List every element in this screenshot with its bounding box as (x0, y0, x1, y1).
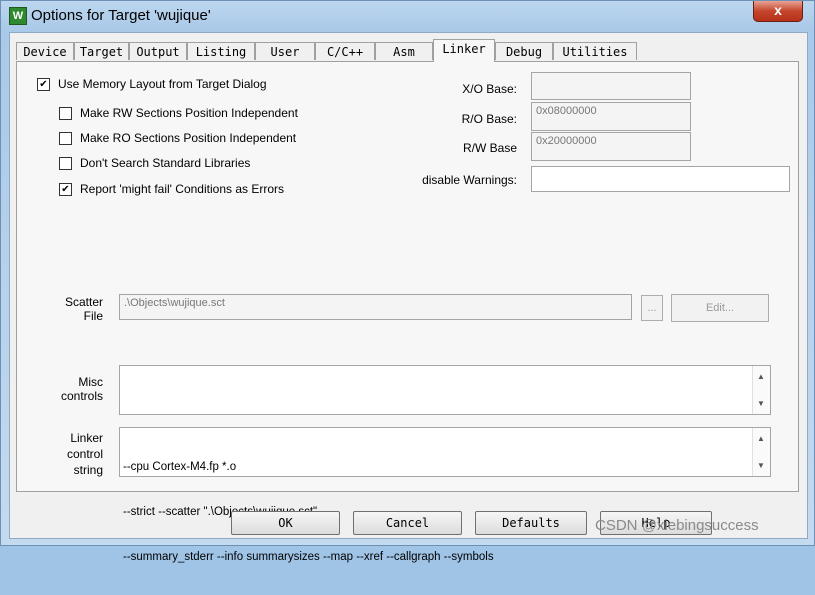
checkbox-label: Make RW Sections Position Independent (80, 106, 298, 120)
defaults-button[interactable]: Defaults (475, 511, 587, 535)
rw-base-field[interactable]: 0x20000000 (531, 132, 691, 161)
misc-scrollbar[interactable]: ▲ ▼ (752, 366, 770, 414)
checkbox-box (59, 131, 72, 145)
linker-label-line1: Linker (70, 431, 103, 445)
checkbox-label: Make RO Sections Position Independent (80, 131, 297, 145)
misc-label-line2: controls (60, 389, 103, 403)
tab-output[interactable]: Output (129, 42, 187, 60)
options-dialog: W Options for Target 'wujique' x Device … (0, 0, 815, 563)
misc-label-line1: Misc (78, 375, 103, 389)
report-might-fail-checkbox[interactable]: ✔ Report 'might fail' Conditions as Erro… (59, 182, 284, 196)
ok-button[interactable]: OK (231, 511, 340, 535)
checkbox-check-icon: ✔ (59, 182, 72, 196)
tab-asm[interactable]: Asm (375, 42, 433, 60)
scatter-label-line2: File (83, 309, 103, 323)
scatter-label-line1: Scatter (64, 295, 103, 309)
scatter-file-field[interactable]: .\Objects\wujique.sct (119, 294, 632, 320)
linker-control-line1: --cpu Cortex-M4.fp *.o (123, 461, 237, 473)
xo-base-field[interactable] (531, 72, 691, 100)
tab-listing[interactable]: Listing (187, 42, 255, 60)
rw-independent-checkbox[interactable]: Make RW Sections Position Independent (59, 106, 298, 120)
tab-c-cpp[interactable]: C/C++ (315, 42, 375, 60)
keil-app-icon: W (9, 7, 27, 25)
tab-debug[interactable]: Debug (495, 42, 553, 60)
tab-utilities[interactable]: Utilities (553, 42, 637, 60)
tab-linker[interactable]: Linker (433, 39, 495, 62)
scroll-down-icon[interactable]: ▼ (757, 461, 765, 470)
checkbox-label: Report 'might fail' Conditions as Errors (80, 182, 284, 196)
ro-base-field[interactable]: 0x08000000 (531, 102, 691, 131)
scatter-edit-button[interactable]: Edit... (671, 294, 769, 322)
xo-base-label: X/O Base: (462, 82, 517, 96)
tab-user[interactable]: User (255, 42, 315, 60)
linker-control-label: Linker control string (47, 430, 103, 478)
scatter-file-label: Scatter File (47, 295, 103, 323)
checkbox-box (59, 106, 72, 120)
scroll-up-icon[interactable]: ▲ (757, 434, 765, 443)
checkbox-label: Don't Search Standard Libraries (80, 156, 251, 170)
linker-control-string[interactable]: --cpu Cortex-M4.fp *.o --strict --scatte… (119, 427, 771, 563)
misc-controls-label: Misc controls (47, 375, 103, 403)
window-title: Options for Target 'wujique' (31, 7, 211, 24)
disable-warnings-field[interactable] (531, 166, 790, 192)
disable-warnings-label: disable Warnings: (422, 173, 517, 187)
linker-control-line3: --summary_stderr --info summarysizes --m… (123, 551, 494, 563)
cancel-button[interactable]: Cancel (353, 511, 462, 535)
scroll-up-icon[interactable]: ▲ (757, 372, 765, 381)
checkbox-box (59, 156, 72, 170)
ro-independent-checkbox[interactable]: Make RO Sections Position Independent (59, 131, 296, 145)
linker-control-scrollbar[interactable]: ▲ ▼ (752, 428, 770, 476)
misc-controls-textarea[interactable]: ▲ ▼ (119, 365, 771, 415)
dialog-client-area: Device Target Output Listing User C/C++ … (9, 32, 808, 563)
dont-search-libs-checkbox[interactable]: Don't Search Standard Libraries (59, 156, 250, 170)
tab-device[interactable]: Device (16, 42, 74, 60)
scatter-browse-button[interactable]: ... (641, 295, 663, 321)
title-bar[interactable]: W Options for Target 'wujique' x (1, 1, 814, 33)
scroll-down-icon[interactable]: ▼ (757, 399, 765, 408)
use-memory-layout-checkbox[interactable]: ✔ Use Memory Layout from Target Dialog (37, 77, 267, 91)
linker-panel: ✔ Use Memory Layout from Target Dialog M… (16, 61, 799, 563)
linker-label-line2: control (66, 447, 103, 461)
checkbox-check-icon: ✔ (37, 77, 50, 91)
checkbox-label: Use Memory Layout from Target Dialog (58, 77, 267, 91)
tab-target[interactable]: Target (74, 42, 129, 60)
rw-base-label: R/W Base (462, 141, 517, 155)
linker-label-line3: string (73, 463, 103, 477)
close-button[interactable]: x (753, 1, 803, 22)
ro-base-label: R/O Base: (461, 112, 517, 126)
watermark: CSDN @xiebingsuccess (595, 517, 759, 534)
